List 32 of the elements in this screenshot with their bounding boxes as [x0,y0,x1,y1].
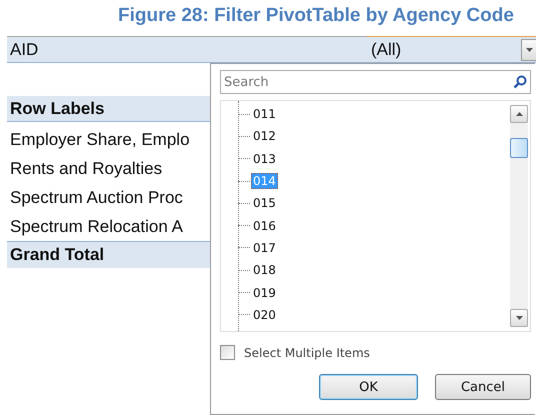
checkbox-label: Select Multiple Items [244,346,370,360]
up-arrow-icon [516,112,522,116]
scroll-down-button[interactable] [510,309,528,327]
search-icon [513,75,527,89]
down-arrow-icon [516,316,522,320]
list-item[interactable]: 015 [251,195,278,212]
list-item[interactable]: 013 [251,150,278,167]
filter-value: (All) [371,40,402,60]
row-label: Spectrum Auction Proc [9,187,184,209]
scrollbar[interactable] [510,105,528,327]
list-item[interactable]: 011 [251,106,278,122]
row-label: Rents and Royalties [9,158,164,180]
cancel-button[interactable]: Cancel [435,374,531,400]
caret-icon [526,48,532,52]
filter-field-label: AID [9,40,40,60]
list-item[interactable]: 020 [251,306,278,323]
row-labels-header: Row Labels [7,96,210,122]
scroll-up-button[interactable] [510,105,528,123]
ok-button[interactable]: OK [319,374,418,400]
checkbox[interactable] [220,345,235,360]
figure-caption: Figure 28: Filter PivotTable by Agency Code [118,5,514,26]
list-item[interactable]: 016 [251,218,278,234]
list-item[interactable]: 012 [251,128,278,144]
scroll-thumb[interactable] [510,138,528,158]
grand-total-label: Grand Total [7,241,210,268]
search-field[interactable]: Search [220,70,531,94]
list-item[interactable]: 018 [251,262,278,278]
list-item[interactable]: 019 [251,284,278,301]
dropdown-button[interactable] [521,38,536,60]
row-label: Employer Share, Emplo [9,129,191,151]
list-item[interactable]: 017 [251,240,278,256]
row-label: Spectrum Relocation A [9,216,184,238]
